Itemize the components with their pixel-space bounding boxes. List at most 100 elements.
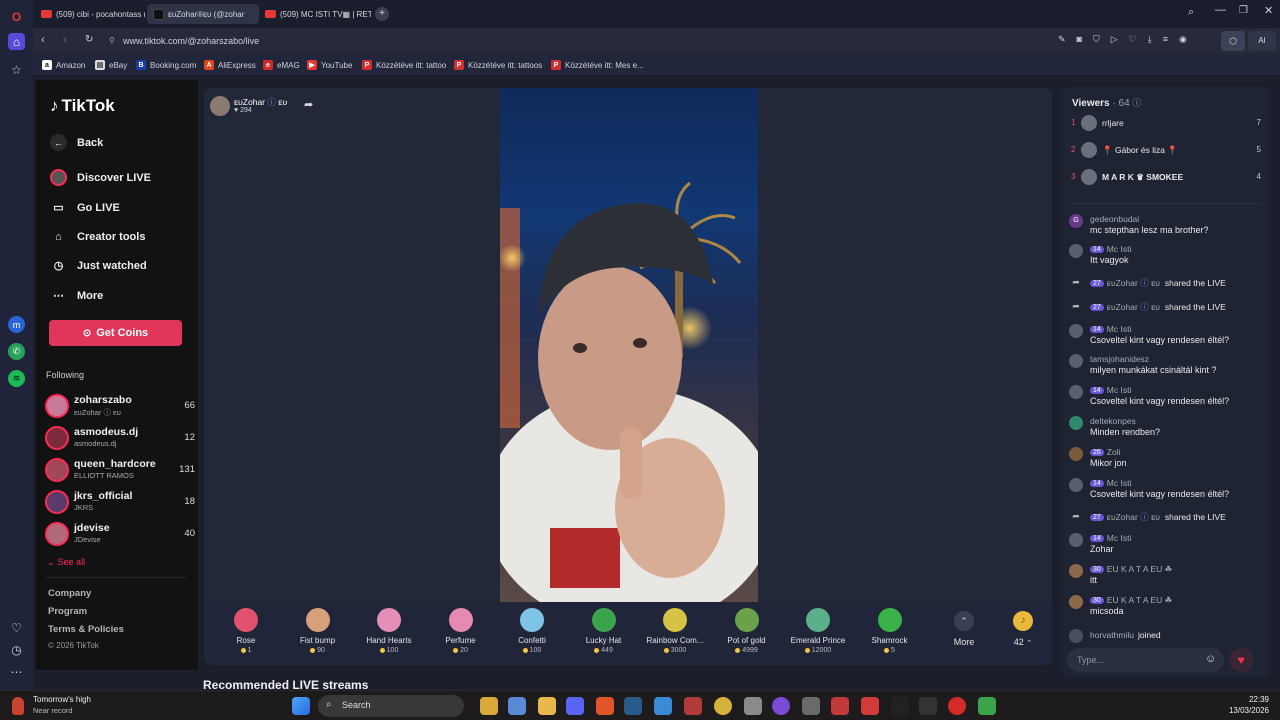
discord-icon[interactable]: [566, 697, 584, 715]
share-user[interactable]: ᴇᴜZohar: [1107, 302, 1138, 312]
wps-icon[interactable]: [861, 697, 879, 715]
ai-button[interactable]: AI: [1248, 31, 1276, 51]
following-item[interactable]: asmodeus.dj asmodeus.dj 12: [45, 424, 195, 452]
history-icon[interactable]: ◷: [8, 641, 25, 658]
chat-username[interactable]: Mc Isti: [1107, 533, 1132, 543]
tiktok-alt-icon[interactable]: [919, 697, 937, 715]
nav-discover-live[interactable]: Discover LIVE: [50, 169, 151, 186]
tab-youtube-cibi[interactable]: (509) cibi - pocahontass (: [35, 4, 145, 24]
avatar[interactable]: G: [1069, 214, 1083, 228]
weather-title[interactable]: Tomorrow's high: [33, 695, 91, 704]
following-item[interactable]: jkrs_official JKRS 18: [45, 488, 195, 516]
avatar[interactable]: [1069, 533, 1083, 547]
close-icon[interactable]: ✕: [1264, 4, 1273, 17]
bookmark-item[interactable]: B Booking.com: [136, 54, 196, 76]
star-icon[interactable]: ☆: [8, 61, 25, 78]
download-icon[interactable]: ⤓: [1148, 34, 1152, 45]
gift-item[interactable]: Pot of gold 4999: [711, 602, 783, 665]
following-item[interactable]: zoharszabo ᴇᴜZohar ⓘ ᴇᴜ 66: [45, 392, 195, 420]
avatar[interactable]: [1069, 447, 1083, 461]
clock-time[interactable]: 22:39: [1227, 695, 1269, 704]
windows-start-icon[interactable]: [292, 697, 310, 715]
chat-username[interactable]: gedeonbudai: [1090, 214, 1139, 224]
bookmark-item[interactable]: P Közzétéve itt: Mes e...: [551, 54, 644, 76]
footer-terms[interactable]: Terms & Policies: [48, 624, 124, 635]
play-icon[interactable]: ▷: [1111, 34, 1118, 45]
chat-input[interactable]: Type... ☺: [1067, 648, 1224, 672]
get-coins-button[interactable]: ⊙ Get Coins: [49, 320, 182, 346]
coin-balance[interactable]: ♪ 42 ⌃: [994, 602, 1052, 665]
messenger-icon[interactable]: m: [8, 316, 25, 333]
spotify-icon[interactable]: ≋: [8, 370, 25, 387]
bookmark-item[interactable]: A AliExpress: [204, 54, 256, 76]
share-user[interactable]: ᴇᴜZohar: [1107, 512, 1138, 522]
chrome-icon[interactable]: [802, 697, 820, 715]
following-item[interactable]: queen_hardcore ELLIOTT RAMOS 131: [45, 456, 195, 484]
gift-item[interactable]: Emerald Prince 12000: [782, 602, 854, 665]
tab-youtube-mcisti[interactable]: (509) MC ISTI TV▦ | RETE: [259, 4, 371, 24]
gift-item[interactable]: Confetti 100: [496, 602, 568, 665]
more-icon[interactable]: ⋯: [8, 663, 25, 680]
viewers-header[interactable]: Viewers · 64 ⓘ: [1072, 96, 1141, 109]
chat-username[interactable]: tamsjohanidesz: [1090, 354, 1149, 364]
avatar[interactable]: [1069, 244, 1083, 258]
live-video[interactable]: [500, 88, 758, 602]
avatar[interactable]: [1069, 324, 1083, 338]
nav-go-live[interactable]: ▭ Go LIVE: [50, 199, 119, 216]
tiktok-app-icon[interactable]: [891, 697, 909, 715]
bookmark-item[interactable]: ▤ eBay: [95, 54, 127, 76]
adobe-icon[interactable]: [831, 697, 849, 715]
search-tabs-icon[interactable]: ⌕: [1188, 6, 1194, 19]
minimize-icon[interactable]: —: [1215, 4, 1226, 16]
chat-username[interactable]: deltekonpes: [1090, 416, 1136, 426]
photos-icon[interactable]: [654, 697, 672, 715]
settings-icon[interactable]: [744, 697, 762, 715]
top-viewer-row[interactable]: 3 M A R K ♛ SMOKEE 4: [1069, 169, 1263, 187]
camera-icon[interactable]: ◙: [1077, 34, 1082, 45]
chat-username[interactable]: Mc Isti: [1107, 324, 1132, 334]
forward-arrow-icon[interactable]: ›: [63, 34, 67, 46]
reload-icon[interactable]: ↻: [85, 34, 93, 45]
bookmark-item[interactable]: P Közzétéve itt: tattoos: [454, 54, 542, 76]
tab-tiktok-live[interactable]: ᴇᴜZohar®ᴇᴜ (@zohar: [147, 4, 259, 24]
join-user[interactable]: horvathmilu: [1090, 630, 1134, 640]
tor-icon[interactable]: [772, 697, 790, 715]
share-icon[interactable]: ➦: [304, 98, 313, 111]
site-info-icon[interactable]: ⚲: [109, 36, 115, 45]
gift-item[interactable]: Rose 1: [210, 602, 282, 665]
heart-icon[interactable]: ♡: [8, 619, 25, 636]
opera-app-icon[interactable]: [948, 697, 966, 715]
calendar-icon[interactable]: [508, 697, 526, 715]
gift-item[interactable]: Hand Hearts 100: [353, 602, 425, 665]
shield-icon[interactable]: ⛉: [1093, 34, 1100, 45]
bookmark-item[interactable]: ▶ YouTube: [307, 54, 352, 76]
gifts-more-button[interactable]: ⌃ More: [934, 602, 994, 665]
chat-username[interactable]: Mc Isti: [1107, 478, 1132, 488]
home-icon[interactable]: ⌂: [8, 33, 25, 50]
footer-company[interactable]: Company: [48, 588, 91, 599]
chat-username[interactable]: EU K A T A EU ☘: [1107, 564, 1172, 574]
gift-item[interactable]: Shamrock 5: [854, 602, 926, 665]
chat-username[interactable]: Mc Isti: [1107, 385, 1132, 395]
game-icon[interactable]: [978, 697, 996, 715]
coin-app-icon[interactable]: [714, 697, 732, 715]
like-heart-button[interactable]: ♥: [1229, 648, 1253, 672]
top-viewer-row[interactable]: 2 📍 Gábor és liza 📍 5: [1069, 142, 1263, 160]
avatar[interactable]: [1069, 354, 1083, 368]
chat-username[interactable]: Zoli: [1107, 447, 1121, 457]
bookmark-item[interactable]: a Amazon: [42, 54, 85, 76]
avatar[interactable]: [1069, 416, 1083, 430]
extension-icon[interactable]: ⬡: [1221, 31, 1245, 51]
tf-icon[interactable]: [684, 697, 702, 715]
share-user[interactable]: ᴇᴜZohar: [1107, 278, 1138, 288]
chat-username[interactable]: Mc Isti: [1107, 244, 1132, 254]
new-tab-button[interactable]: +: [375, 7, 389, 21]
menu-icon[interactable]: ≡: [1163, 34, 1168, 45]
maximize-icon[interactable]: ❐: [1239, 5, 1248, 16]
avatar[interactable]: [1069, 478, 1083, 492]
tiktok-logo[interactable]: ♪ TikTok: [50, 96, 115, 116]
avatar[interactable]: [1069, 564, 1083, 578]
avatar[interactable]: [1069, 385, 1083, 399]
gift-item[interactable]: Rainbow Com... 3000: [639, 602, 711, 665]
following-item[interactable]: jdevise JDevise 40: [45, 520, 195, 548]
